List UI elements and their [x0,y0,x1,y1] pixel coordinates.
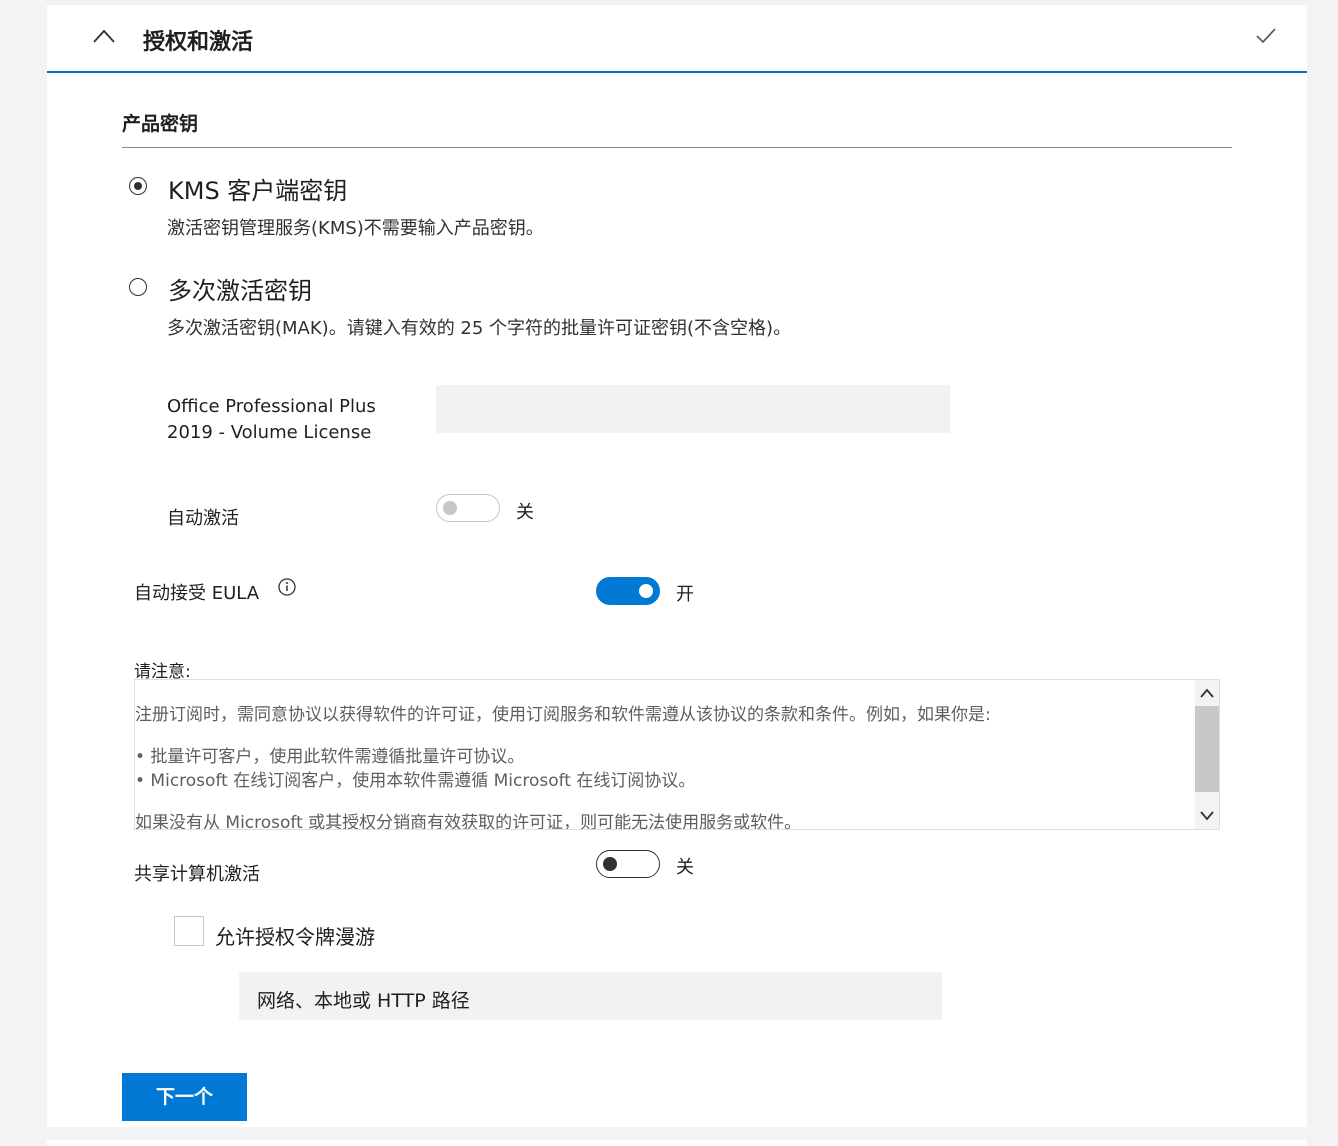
kms-radio[interactable] [129,177,147,195]
notice-line: • 批量许可客户，使用此软件需遵循批量许可协议。 [135,747,525,767]
next-button[interactable]: 下一个 [122,1073,247,1121]
product-name-line2: 2019 - Volume License [167,422,372,443]
eula-toggle[interactable] [596,577,660,605]
eula-state: 开 [676,584,694,605]
product-name-line1: Office Professional Plus [167,396,376,417]
product-key-heading: 产品密钥 [122,113,199,135]
scroll-thumb[interactable] [1195,706,1219,792]
token-path-input[interactable]: 网络、本地或 HTTP 路径 [239,972,942,1020]
divider [122,147,1232,148]
notice-line: 注册订阅时，需同意协议以获得软件的许可证，使用订阅服务和软件需遵从该协议的条款和… [135,705,991,725]
auto-activate-state: 关 [516,502,534,523]
kms-option-description: 激活密钥管理服务(KMS)不需要输入产品密钥。 [167,218,544,239]
notice-text-box[interactable]: 注册订阅时，需同意协议以获得软件的许可证，使用订阅服务和软件需遵从该协议的条款和… [134,679,1220,830]
toggle-knob [603,857,617,871]
auto-activate-label: 自动激活 [167,508,239,529]
mak-radio[interactable] [129,278,147,296]
scroll-up-arrow-icon[interactable] [1200,688,1214,698]
scroll-down-arrow-icon[interactable] [1200,811,1214,821]
mak-option-description: 多次激活密钥(MAK)。请键入有效的 25 个字符的批量许可证密钥(不含空格)。 [167,318,792,339]
token-path-placeholder: 网络、本地或 HTTP 路径 [257,990,470,1012]
toggle-knob [639,584,653,598]
token-roaming-checkbox[interactable] [174,916,204,946]
shared-activation-state: 关 [676,857,694,878]
section-header[interactable]: 授权和激活 [47,5,1307,73]
shared-activation-label: 共享计算机激活 [134,864,260,885]
licensing-card: 授权和激活 产品密钥 KMS 客户端密钥 激活密钥管理服务(KMS)不需要输入产… [47,5,1307,1127]
notice-scrollbar[interactable] [1195,680,1219,829]
checkmark-icon [1256,28,1276,44]
token-roaming-label: 允许授权令牌漫游 [215,925,375,949]
mak-key-input[interactable] [436,385,950,433]
section-title: 授权和激活 [143,30,254,55]
notice-line: 如果没有从 Microsoft 或其授权分销商有效获取的许可证，则可能无法使用服… [135,813,802,830]
eula-label: 自动接受 EULA [134,583,260,604]
notice-line: • Microsoft 在线订阅客户，使用本软件需遵循 Microsoft 在线… [135,771,696,791]
info-icon[interactable] [278,578,296,596]
next-card-edge [47,1140,1307,1146]
chevron-up-icon[interactable] [93,29,115,43]
toggle-knob [443,501,457,515]
auto-activate-toggle[interactable] [436,494,500,522]
mak-option-label[interactable]: 多次激活密钥 [168,271,312,306]
kms-option-label[interactable]: KMS 客户端密钥 [168,171,347,206]
shared-activation-toggle[interactable] [596,850,660,878]
